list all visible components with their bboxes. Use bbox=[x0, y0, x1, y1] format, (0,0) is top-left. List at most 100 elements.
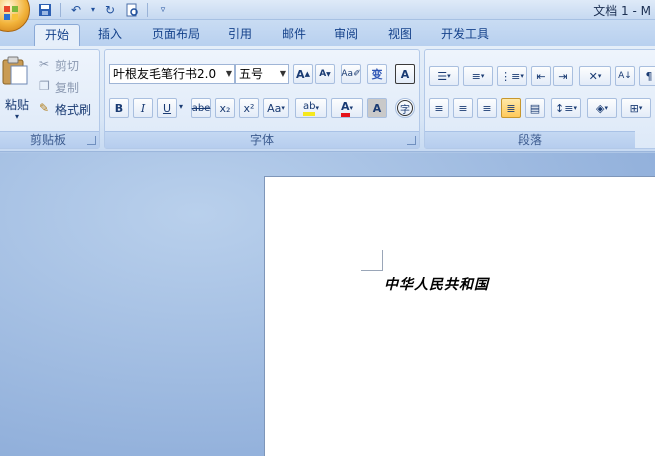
increase-indent-icon: ⇥ bbox=[558, 69, 568, 83]
clipboard-group-label: 剪贴板 bbox=[0, 131, 99, 148]
tab-references[interactable]: 引用 bbox=[222, 24, 258, 46]
decrease-indent-button[interactable]: ⇤ bbox=[531, 66, 551, 86]
chinese-layout-button[interactable]: ✕ ▾ bbox=[579, 66, 611, 86]
font-group: 叶根友毛笔行书2.0 ▼ 五号 ▼ A ▲ A ▼ Aa✐ 变 A B I U ▾ … bbox=[104, 49, 420, 149]
bullets-icon: ☰ bbox=[437, 69, 448, 83]
sort-button[interactable]: A↓ bbox=[615, 66, 635, 86]
wen-icon: 变 bbox=[371, 68, 383, 81]
margin-corner-mark bbox=[361, 270, 383, 271]
underline-button[interactable]: U bbox=[157, 98, 177, 118]
italic-button[interactable]: I bbox=[133, 98, 153, 118]
align-left-button[interactable]: ≡ bbox=[429, 98, 449, 118]
line-spacing-button[interactable]: ↕≡ ▾ bbox=[551, 98, 581, 118]
redo-icon[interactable]: ↻ bbox=[101, 1, 119, 18]
cut-label: 剪切 bbox=[55, 59, 80, 73]
borders-button[interactable]: ⊞ ▾ bbox=[621, 98, 651, 118]
align-left-icon: ≡ bbox=[434, 101, 444, 115]
bold-button[interactable]: B bbox=[109, 98, 129, 118]
chinese-layout-icon: ✕ bbox=[588, 69, 598, 83]
print-preview-icon[interactable] bbox=[123, 1, 141, 18]
underline-dropdown-icon[interactable]: ▾ bbox=[179, 102, 183, 111]
font-name-combo[interactable]: 叶根友毛笔行书2.0 ▼ bbox=[109, 64, 235, 84]
decrease-indent-icon: ⇤ bbox=[536, 69, 546, 83]
tab-insert[interactable]: 插入 bbox=[92, 24, 128, 46]
font-launcher-icon[interactable] bbox=[407, 136, 416, 145]
change-case-button[interactable]: Aa ▾ bbox=[263, 98, 289, 118]
char-border-button[interactable]: A bbox=[395, 64, 415, 84]
highlighter-icon: ab bbox=[303, 101, 316, 116]
font-size-combo[interactable]: 五号 ▼ bbox=[235, 64, 289, 84]
phonetic-guide-button[interactable]: 变 bbox=[367, 64, 387, 84]
baidu-watermark: Baidu经验 jingyan.baidu.com bbox=[500, 385, 618, 432]
align-center-button[interactable]: ≡ bbox=[453, 98, 473, 118]
paste-label: 粘贴 bbox=[5, 98, 30, 112]
pilcrow-icon: ¶ bbox=[645, 69, 653, 83]
font-color-icon: A bbox=[340, 100, 350, 117]
multilevel-list-icon: ⋮≡ bbox=[500, 69, 521, 83]
office-logo-icon bbox=[4, 6, 18, 20]
char-shading-button[interactable]: A bbox=[367, 98, 387, 118]
strikethrough-button[interactable]: abe bbox=[191, 98, 211, 118]
borders-icon: ⊞ bbox=[629, 101, 639, 115]
align-center-icon: ≡ bbox=[458, 101, 468, 115]
paste-button[interactable]: 粘贴 ▾ bbox=[1, 54, 31, 121]
grow-font-button[interactable]: A ▲ bbox=[293, 64, 313, 84]
cut-button[interactable]: ✂ 剪切 bbox=[39, 56, 95, 74]
align-right-button[interactable]: ≡ bbox=[477, 98, 497, 118]
line-spacing-icon: ↕≡ bbox=[555, 101, 574, 115]
numbering-icon: ≡ bbox=[471, 69, 481, 83]
char-shading-icon: A bbox=[372, 101, 382, 115]
shading-button[interactable]: ◈ ▾ bbox=[587, 98, 617, 118]
copy-icon: ❐ bbox=[39, 79, 50, 93]
subscript-icon: x₂ bbox=[219, 101, 231, 115]
tab-review[interactable]: 审阅 bbox=[328, 24, 364, 46]
document-text[interactable]: 中华人民共和国 bbox=[384, 274, 489, 294]
qat-separator bbox=[60, 2, 61, 17]
sort-icon: A↓ bbox=[618, 71, 632, 81]
save-icon[interactable] bbox=[36, 1, 54, 18]
justify-button[interactable]: ≣ bbox=[501, 98, 521, 118]
format-painter-button[interactable]: ✎ 格式刷 bbox=[39, 100, 97, 118]
tab-home[interactable]: 开始 bbox=[34, 24, 80, 46]
chevron-down-icon: ▼ bbox=[279, 69, 286, 78]
font-group-label: 字体 bbox=[105, 131, 419, 148]
shrink-font-button[interactable]: A ▼ bbox=[315, 64, 335, 84]
watermark-main: Baidu经验 bbox=[500, 390, 618, 420]
tab-mailings[interactable]: 邮件 bbox=[276, 24, 312, 46]
ribbon: 粘贴 ▾ ✂ 剪切 ❐ 复制 ✎ 格式刷 剪贴板 叶根友毛笔行书2.0 ▼ 五号… bbox=[0, 46, 655, 152]
distributed-button[interactable]: ▤ bbox=[525, 98, 545, 118]
distributed-icon: ▤ bbox=[529, 101, 541, 115]
multilevel-list-button[interactable]: ⋮≡ ▾ bbox=[497, 66, 527, 86]
bullets-button[interactable]: ☰ ▾ bbox=[429, 66, 459, 86]
enclose-char-button[interactable]: 字 bbox=[395, 98, 415, 118]
superscript-button[interactable]: x² bbox=[239, 98, 259, 118]
brush-icon: ✎ bbox=[39, 101, 50, 115]
undo-dropdown-icon[interactable]: ▾ bbox=[89, 1, 97, 18]
chevron-down-icon: ▼ bbox=[225, 69, 232, 78]
font-color-button[interactable]: A ▾ bbox=[331, 98, 363, 118]
justify-icon: ≣ bbox=[506, 101, 516, 115]
char-border-icon: A bbox=[400, 67, 410, 81]
clear-format-button[interactable]: Aa✐ bbox=[341, 64, 361, 84]
tab-page-layout[interactable]: 页面布局 bbox=[146, 24, 206, 46]
increase-indent-button[interactable]: ⇥ bbox=[553, 66, 573, 86]
subscript-button[interactable]: x₂ bbox=[215, 98, 235, 118]
clipboard-launcher-icon[interactable] bbox=[87, 136, 96, 145]
tab-view[interactable]: 视图 bbox=[382, 24, 418, 46]
strikethrough-icon: abe bbox=[191, 102, 211, 114]
grow-font-icon: A bbox=[296, 67, 305, 81]
highlight-button[interactable]: ab ▾ bbox=[295, 98, 327, 118]
show-marks-button[interactable]: ¶ bbox=[639, 66, 655, 86]
font-size-value: 五号 bbox=[239, 67, 264, 81]
scissors-icon: ✂ bbox=[39, 57, 50, 71]
undo-icon[interactable]: ↶ bbox=[67, 1, 85, 18]
bold-icon: B bbox=[114, 101, 124, 115]
italic-icon: I bbox=[140, 101, 146, 115]
copy-label: 复制 bbox=[55, 81, 80, 95]
numbering-button[interactable]: ≡ ▾ bbox=[463, 66, 493, 86]
copy-button[interactable]: ❐ 复制 bbox=[39, 78, 95, 96]
paragraph-group: ☰ ▾ ≡ ▾ ⋮≡ ▾ ⇤ ⇥ ✕ ▾ A↓ ¶ ≡ ≡ ≡ ≣ ▤ ↕≡ ▾ ◈ ▾ ⊞… bbox=[424, 49, 655, 149]
clipboard-group: 粘贴 ▾ ✂ 剪切 ❐ 复制 ✎ 格式刷 剪贴板 bbox=[0, 49, 100, 149]
customize-qat-icon[interactable]: ▿ bbox=[154, 1, 172, 18]
tab-developer[interactable]: 开发工具 bbox=[436, 24, 494, 46]
